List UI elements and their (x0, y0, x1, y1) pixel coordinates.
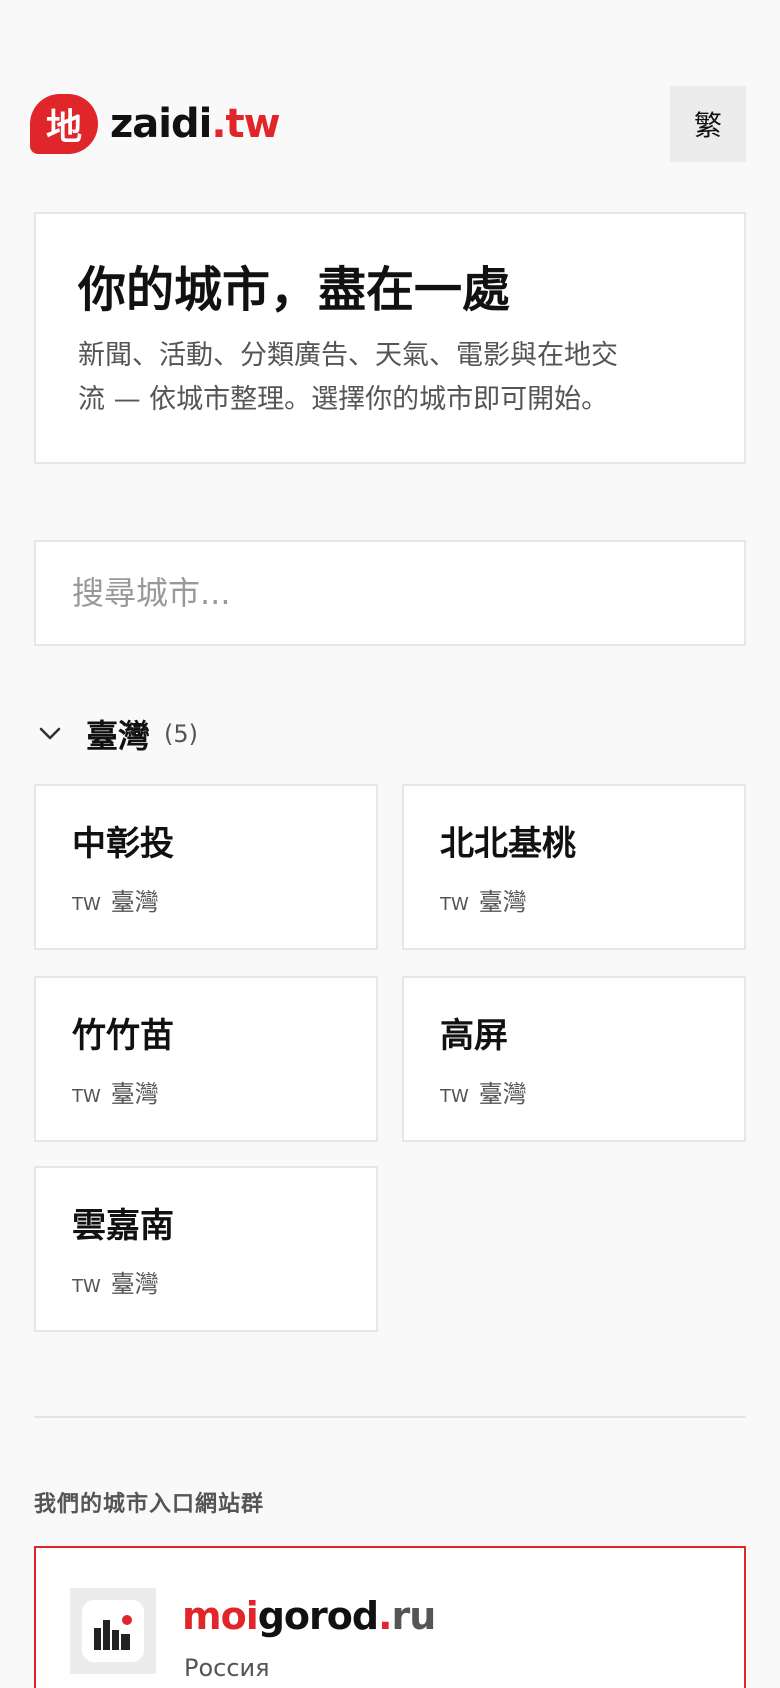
logo-name: zaidi (110, 101, 212, 147)
city-meta: TW 臺灣 (72, 882, 340, 917)
country-code: TW (72, 1276, 101, 1297)
city-meta: TW 臺灣 (72, 1074, 340, 1109)
chevron-down-icon (36, 720, 64, 748)
hero-description-line-2: 流 — 依城市整理。選擇你的城市即可開始。 (78, 384, 609, 415)
portal-name: moigorod.ru (182, 1594, 437, 1638)
country-code: TW (440, 1086, 469, 1107)
city-meta: TW 臺灣 (440, 1074, 708, 1109)
city-name: 竹竹苗 (72, 1016, 174, 1056)
city-card-yun-jia-nan[interactable]: 雲嘉南 TW 臺灣 (34, 1166, 378, 1332)
country-name: 臺灣 (478, 888, 527, 916)
portal-card-moigorod[interactable]: moigorod.ru Россия (34, 1546, 746, 1688)
city-card-bei-bei-ji-tao[interactable]: 北北基桃 TW 臺灣 (402, 784, 746, 950)
portal-name-dot: . (378, 1594, 392, 1638)
country-name: 臺灣 (110, 888, 159, 916)
city-name: 中彰投 (72, 824, 174, 864)
hero-title: 你的城市，盡在一處 (78, 262, 511, 318)
logo-mark-icon: 地 (30, 94, 98, 154)
portal-logo-box (70, 1588, 156, 1674)
header: 地 zaidi.tw 繁 (30, 86, 746, 162)
city-card-gao-ping[interactable]: 高屏 TW 臺灣 (402, 976, 746, 1142)
search-box (34, 540, 746, 646)
hero-description-line-1: 新聞、活動、分類廣告、天氣、電影與在地交 (78, 340, 618, 371)
logo-tld: .tw (211, 101, 280, 147)
portal-name-part: moi (182, 1594, 259, 1638)
country-code: TW (440, 894, 469, 915)
network-section-title: 我們的城市入口網站群 (34, 1492, 265, 1517)
portal-tld: ru (391, 1594, 437, 1638)
region-toggle[interactable]: 臺灣 (5) (36, 712, 198, 756)
site-logo[interactable]: 地 zaidi.tw (30, 94, 281, 154)
country-code: TW (72, 894, 101, 915)
portal-country: Россия (184, 1654, 270, 1682)
country-name: 臺灣 (110, 1080, 159, 1108)
language-toggle-button[interactable]: 繁 (670, 86, 746, 162)
country-name: 臺灣 (478, 1080, 527, 1108)
region-name: 臺灣 (86, 717, 151, 755)
section-divider (34, 1416, 746, 1418)
region-count: (5) (164, 720, 199, 748)
city-card-zhong-zhang-tou[interactable]: 中彰投 TW 臺灣 (34, 784, 378, 950)
portal-name-part: gorod (257, 1594, 379, 1638)
city-card-zhu-zhu-miao[interactable]: 竹竹苗 TW 臺灣 (34, 976, 378, 1142)
hero-card: 你的城市，盡在一處 新聞、活動、分類廣告、天氣、電影與在地交 流 — 依城市整理… (34, 212, 746, 464)
page: 地 zaidi.tw 繁 你的城市，盡在一處 新聞、活動、分類廣告、天氣、電影與… (0, 0, 780, 1688)
city-meta: TW 臺灣 (440, 882, 708, 917)
hero-description: 新聞、活動、分類廣告、天氣、電影與在地交 流 — 依城市整理。選擇你的城市即可開… (78, 334, 702, 422)
city-search-input[interactable] (36, 542, 744, 644)
city-name: 北北基桃 (440, 824, 576, 864)
city-name: 高屏 (440, 1016, 508, 1056)
city-name: 雲嘉南 (72, 1206, 174, 1246)
city-meta: TW 臺灣 (72, 1264, 340, 1299)
country-name: 臺灣 (110, 1270, 159, 1298)
logo-wordmark: zaidi.tw (110, 101, 281, 147)
country-code: TW (72, 1086, 101, 1107)
city-skyline-icon (82, 1600, 144, 1662)
